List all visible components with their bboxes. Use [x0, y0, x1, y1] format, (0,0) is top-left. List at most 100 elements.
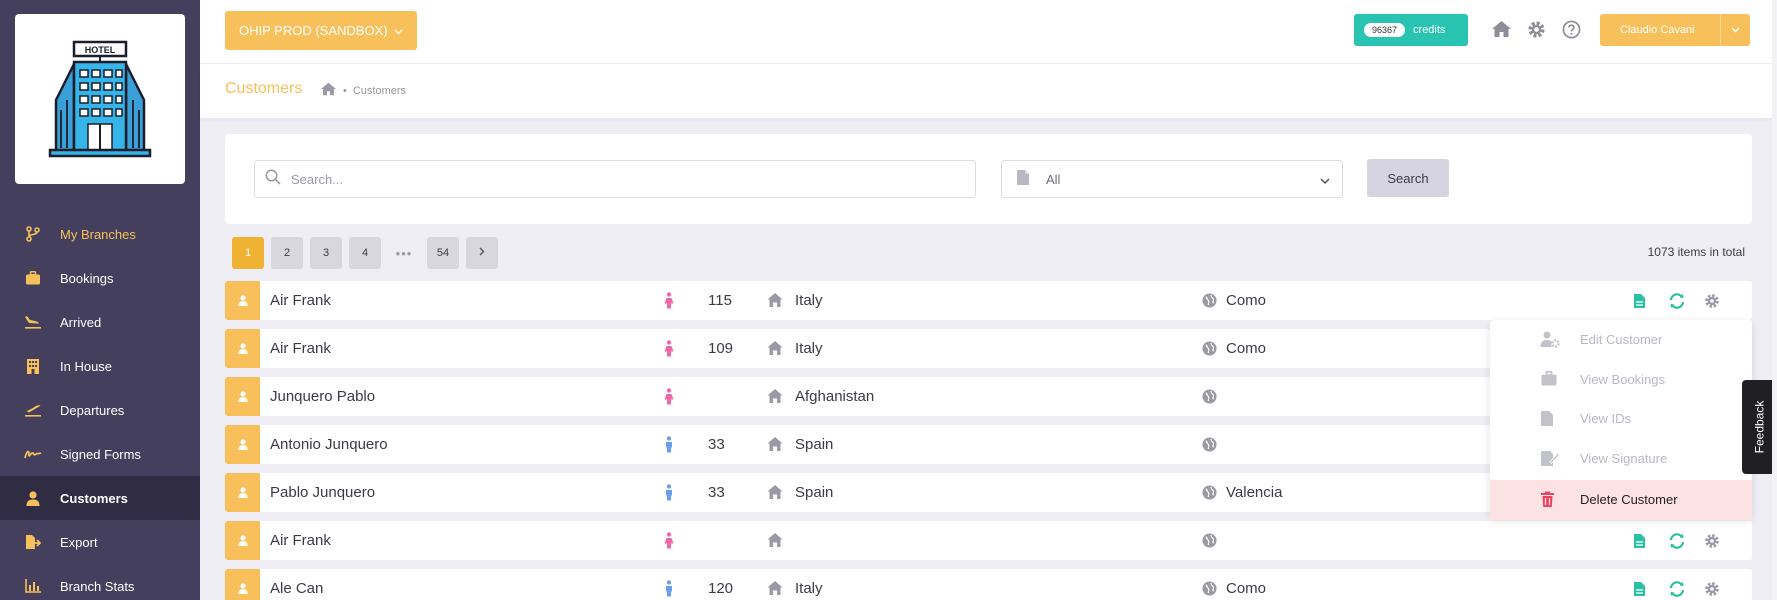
globe-icon: [1202, 485, 1217, 504]
sidebar-item-departures[interactable]: Departures: [0, 388, 200, 432]
sidebar-item-bookings[interactable]: Bookings: [0, 256, 200, 300]
chevron-down-icon: [1720, 14, 1750, 46]
next-page-button[interactable]: [466, 237, 498, 269]
gear-icon[interactable]: [1702, 291, 1722, 311]
menu-item-view-bookings[interactable]: View Bookings: [1490, 360, 1752, 400]
customer-city: Como: [1226, 580, 1267, 597]
gear-icon[interactable]: [1525, 18, 1547, 40]
female-icon: [664, 388, 674, 409]
avatar: [225, 425, 260, 464]
signature-icon: [1540, 450, 1561, 470]
page-button-54[interactable]: 54: [427, 237, 459, 269]
search-field[interactable]: [254, 160, 976, 198]
menu-item-delete-customer[interactable]: Delete Customer: [1490, 480, 1752, 520]
menu-item-view-signature[interactable]: View Signature: [1490, 439, 1752, 479]
customer-age: 33: [708, 484, 725, 501]
table-row[interactable]: Air Frank: [225, 521, 1752, 560]
avatar: [225, 377, 260, 416]
customer-name: Pablo Junquero: [270, 484, 376, 501]
menu-item-view-ids[interactable]: View IDs: [1490, 399, 1752, 439]
home-icon: [767, 484, 783, 504]
page-button-2[interactable]: 2: [271, 237, 303, 269]
user-icon: [237, 391, 248, 402]
refresh-icon[interactable]: [1667, 291, 1687, 311]
customer-country: Italy: [795, 292, 823, 309]
globe-icon: [1202, 389, 1217, 408]
menu-item-label: View IDs: [1580, 411, 1632, 427]
page-header: Customers • Customers: [200, 64, 1777, 118]
hotel-logo[interactable]: HOTEL: [15, 14, 185, 184]
customer-city: Como: [1226, 292, 1267, 309]
credits-label: credits: [1413, 24, 1446, 36]
menu-item-label: View Bookings: [1580, 371, 1666, 387]
file-icon: [1540, 410, 1554, 430]
trash-icon: [1540, 491, 1555, 511]
home-icon: [767, 580, 783, 600]
female-icon: [664, 340, 674, 361]
sidebar-nav: My Branches Bookings Arrived In House De…: [0, 212, 200, 600]
sidebar-item-label: Export: [60, 534, 98, 550]
plane-departure-icon: [24, 401, 42, 419]
chevron-right-icon: [479, 247, 485, 259]
sidebar-item-signed-forms[interactable]: Signed Forms: [0, 432, 200, 476]
user-gear-icon: [1540, 331, 1560, 351]
home-icon[interactable]: [320, 82, 337, 99]
file-export-icon: [24, 533, 42, 551]
sidebar-item-label: Branch Stats: [60, 578, 135, 594]
user-icon: [237, 343, 248, 354]
page-button-4[interactable]: 4: [349, 237, 381, 269]
female-icon: [664, 532, 674, 553]
sidebar-item-arrived[interactable]: Arrived: [0, 300, 200, 344]
customer-country: Italy: [795, 340, 823, 357]
avatar: [225, 473, 260, 512]
help-icon[interactable]: [1560, 18, 1582, 40]
user-icon: [24, 489, 42, 507]
page-ellipsis[interactable]: •••: [388, 237, 420, 269]
briefcase-icon: [24, 269, 42, 287]
property-selector[interactable]: OHIP PROD (SANDBOX): [225, 11, 417, 50]
search-input[interactable]: [291, 171, 930, 187]
user-icon: [237, 487, 248, 498]
customer-city: Valencia: [1226, 484, 1283, 501]
menu-item-label: View Signature: [1580, 450, 1668, 466]
menu-item-edit-customer[interactable]: Edit Customer: [1490, 320, 1752, 360]
gear-icon[interactable]: [1702, 579, 1722, 599]
male-icon: [664, 580, 674, 600]
sidebar: HOTEL My Branches Bookings Arrived In Ho…: [0, 0, 200, 600]
menu-item-label: Delete Customer: [1580, 492, 1678, 508]
male-icon: [664, 436, 674, 457]
building-icon: [24, 357, 42, 375]
customer-city: Como: [1226, 340, 1267, 357]
file-icon[interactable]: [1629, 531, 1649, 551]
refresh-icon[interactable]: [1667, 579, 1687, 599]
page-button-1[interactable]: 1: [232, 237, 264, 269]
globe-icon: [1202, 581, 1217, 600]
table-row[interactable]: Ale Can 120 Italy Como: [225, 569, 1752, 600]
gear-icon[interactable]: [1702, 531, 1722, 551]
page-button-3[interactable]: 3: [310, 237, 342, 269]
chevron-down-icon: [394, 23, 403, 38]
filter-value: All: [1046, 171, 1061, 187]
table-row[interactable]: Air Frank 115 Italy Como: [225, 281, 1752, 320]
user-icon: [237, 439, 248, 450]
sidebar-item-label: Departures: [60, 402, 125, 418]
refresh-icon[interactable]: [1667, 531, 1687, 551]
file-icon[interactable]: [1629, 579, 1649, 599]
home-icon[interactable]: [1490, 18, 1512, 40]
sidebar-item-my-branches[interactable]: My Branches: [0, 212, 200, 256]
branch-icon: [24, 225, 42, 243]
pagination: 1 2 3 4 ••• 54: [232, 237, 498, 269]
search-button[interactable]: Search: [1367, 159, 1449, 197]
user-menu-button[interactable]: Claudio Cavani: [1600, 14, 1750, 46]
file-icon[interactable]: [1629, 291, 1649, 311]
page-scrollbar[interactable]: [1772, 0, 1777, 600]
sidebar-item-export[interactable]: Export: [0, 520, 200, 564]
sidebar-item-branch-stats[interactable]: Branch Stats: [0, 564, 200, 600]
home-icon: [767, 340, 783, 360]
credits-badge[interactable]: 96367 credits: [1354, 14, 1468, 46]
sidebar-item-customers[interactable]: Customers: [0, 476, 200, 520]
feedback-label: Feedback: [1752, 400, 1767, 454]
breadcrumb-separator: •: [343, 84, 347, 97]
document-filter-select[interactable]: All: [1001, 160, 1343, 198]
sidebar-item-in-house[interactable]: In House: [0, 344, 200, 388]
